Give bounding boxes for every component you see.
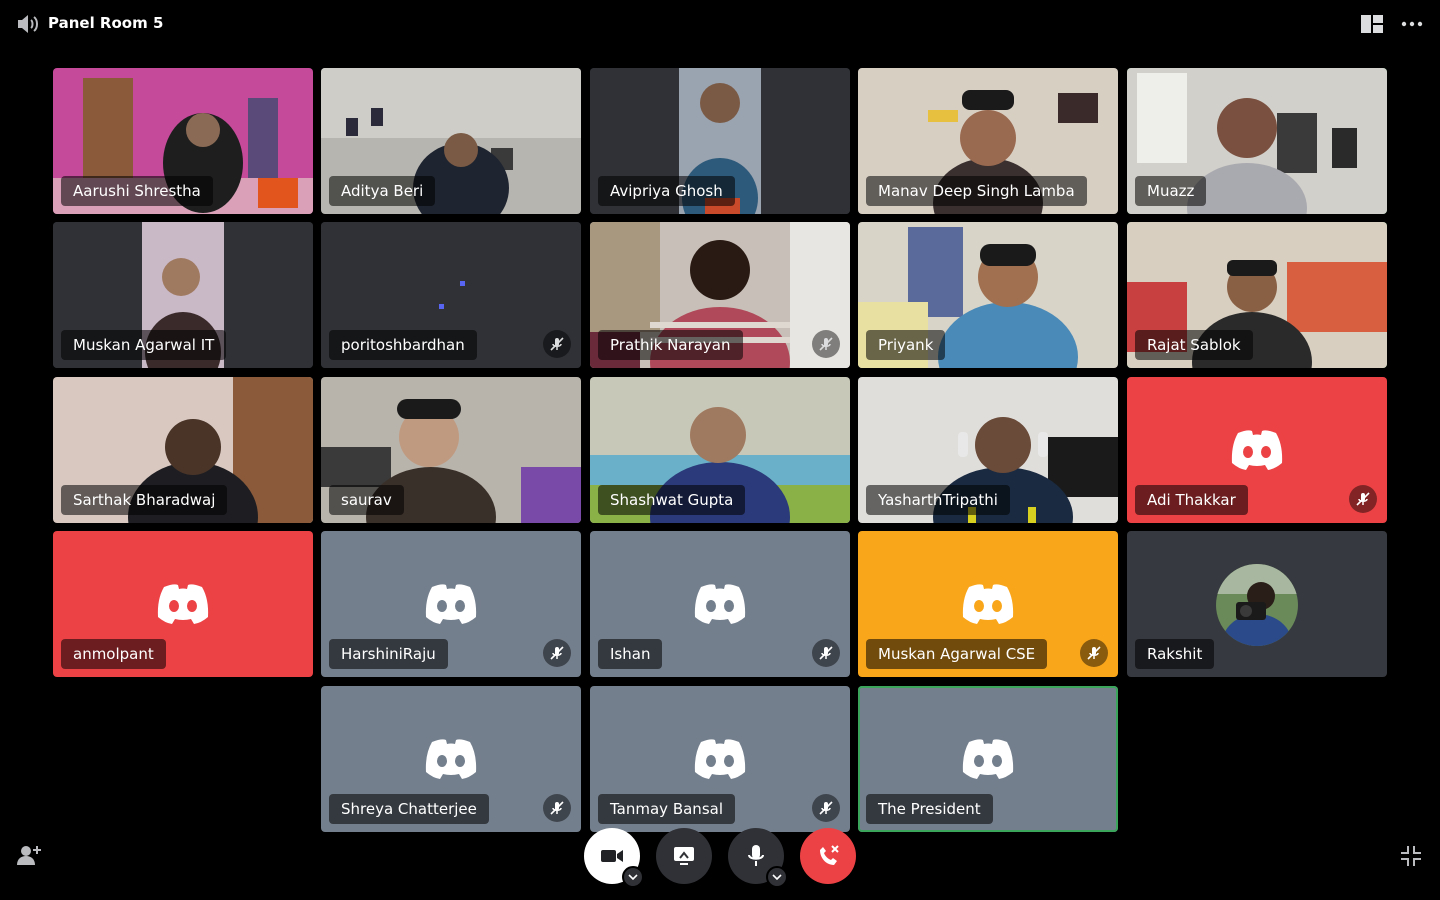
discord-logo-icon	[1227, 420, 1287, 480]
participant-name: Muskan Agarwal IT	[61, 330, 227, 360]
end-call-icon	[820, 845, 839, 865]
muted-icon	[812, 330, 840, 358]
exit-fullscreen-icon[interactable]	[1400, 845, 1422, 867]
participant-name: YasharthTripathi	[866, 485, 1010, 515]
participant-name: Adi Thakkar	[1135, 485, 1248, 515]
participant-tile[interactable]: Tanmay Bansal	[590, 686, 850, 832]
participant-name: Manav Deep Singh Lamba	[866, 176, 1087, 206]
call-controls	[0, 826, 1440, 888]
participant-tile[interactable]: HarshiniRaju	[321, 531, 581, 677]
participant-tile[interactable]: Shreya Chatterjee	[321, 686, 581, 832]
participant-grid: Aarushi Shrestha Aditya Beri Avipriya Gh…	[53, 68, 1387, 832]
video-camera-icon	[601, 850, 623, 862]
participant-name: Shashwat Gupta	[598, 485, 746, 515]
microphone-icon	[748, 845, 764, 866]
participant-name: Rajat Sablok	[1135, 330, 1253, 360]
participant-name: poritoshbardhan	[329, 330, 477, 360]
participant-tile[interactable]: Adi Thakkar	[1127, 377, 1387, 523]
muted-icon	[812, 639, 840, 667]
participant-name: Sarthak Bharadwaj	[61, 485, 228, 515]
participant-name: Muskan Agarwal CSE	[866, 639, 1048, 669]
participant-tile[interactable]: Prathik Narayan	[590, 222, 850, 368]
disconnect-button[interactable]	[800, 828, 856, 884]
participant-tile[interactable]: Rakshit	[1127, 531, 1387, 677]
muted-icon	[1349, 485, 1377, 513]
discord-logo-icon	[421, 574, 481, 634]
participant-name: saurav	[329, 485, 404, 515]
participant-tile[interactable]: Muskan Agarwal IT	[53, 222, 313, 368]
participant-tile[interactable]: Muazz	[1127, 68, 1387, 214]
participant-tile[interactable]: Priyank	[858, 222, 1118, 368]
layout-grid-icon[interactable]	[1360, 13, 1384, 35]
muted-icon	[1080, 639, 1108, 667]
muted-icon	[812, 794, 840, 822]
participant-tile[interactable]: Muskan Agarwal CSE	[858, 531, 1118, 677]
microphone-button[interactable]	[728, 828, 788, 888]
discord-logo-icon	[958, 729, 1018, 789]
participant-name: Ishan	[598, 639, 663, 669]
participant-name: Muazz	[1135, 176, 1207, 206]
participant-tile[interactable]: Manav Deep Singh Lamba	[858, 68, 1118, 214]
participant-name: Avipriya Ghosh	[598, 176, 735, 206]
discord-logo-icon	[690, 574, 750, 634]
participant-tile[interactable]: Shashwat Gupta	[590, 377, 850, 523]
discord-logo-icon	[421, 729, 481, 789]
screen-share-icon	[674, 847, 694, 865]
microphone-options-button[interactable]	[766, 866, 788, 888]
participant-name: Aarushi Shrestha	[61, 176, 213, 206]
more-options-icon[interactable]	[1400, 13, 1424, 35]
speaker-icon	[18, 15, 38, 33]
participant-tile[interactable]: Avipriya Ghosh	[590, 68, 850, 214]
muted-icon	[543, 794, 571, 822]
camera-options-button[interactable]	[622, 866, 644, 888]
screen-share-button[interactable]	[656, 828, 712, 884]
participant-tile[interactable]: poritoshbardhan	[321, 222, 581, 368]
participant-tile[interactable]: Aditya Beri	[321, 68, 581, 214]
chevron-down-icon	[628, 874, 638, 880]
channel-title: Panel Room 5	[48, 14, 164, 32]
participant-tile[interactable]: YasharthTripathi	[858, 377, 1118, 523]
participant-tile[interactable]: Aarushi Shrestha	[53, 68, 313, 214]
participant-name: Tanmay Bansal	[598, 794, 735, 824]
muted-icon	[543, 330, 571, 358]
participant-name: The President	[866, 794, 993, 824]
participant-tile[interactable]: Sarthak Bharadwaj	[53, 377, 313, 523]
participant-tile[interactable]: Ishan	[590, 531, 850, 677]
top-bar: Panel Room 5	[0, 0, 1440, 48]
camera-button[interactable]	[584, 828, 644, 888]
participant-name: Rakshit	[1135, 639, 1215, 669]
participant-name: Priyank	[866, 330, 946, 360]
participant-tile[interactable]: The President	[858, 686, 1118, 832]
participant-name: HarshiniRaju	[329, 639, 448, 669]
participant-tile[interactable]: anmolpant	[53, 531, 313, 677]
muted-icon	[543, 639, 571, 667]
participant-tile[interactable]: Rajat Sablok	[1127, 222, 1387, 368]
avatar	[1216, 564, 1298, 646]
discord-logo-icon	[153, 574, 213, 634]
discord-logo-icon	[690, 729, 750, 789]
participant-name: Prathik Narayan	[598, 330, 743, 360]
participant-name: anmolpant	[61, 639, 166, 669]
participant-tile[interactable]: saurav	[321, 377, 581, 523]
discord-logo-icon	[958, 574, 1018, 634]
participant-name: Shreya Chatterjee	[329, 794, 489, 824]
participant-name: Aditya Beri	[329, 176, 436, 206]
chevron-down-icon	[772, 874, 782, 880]
